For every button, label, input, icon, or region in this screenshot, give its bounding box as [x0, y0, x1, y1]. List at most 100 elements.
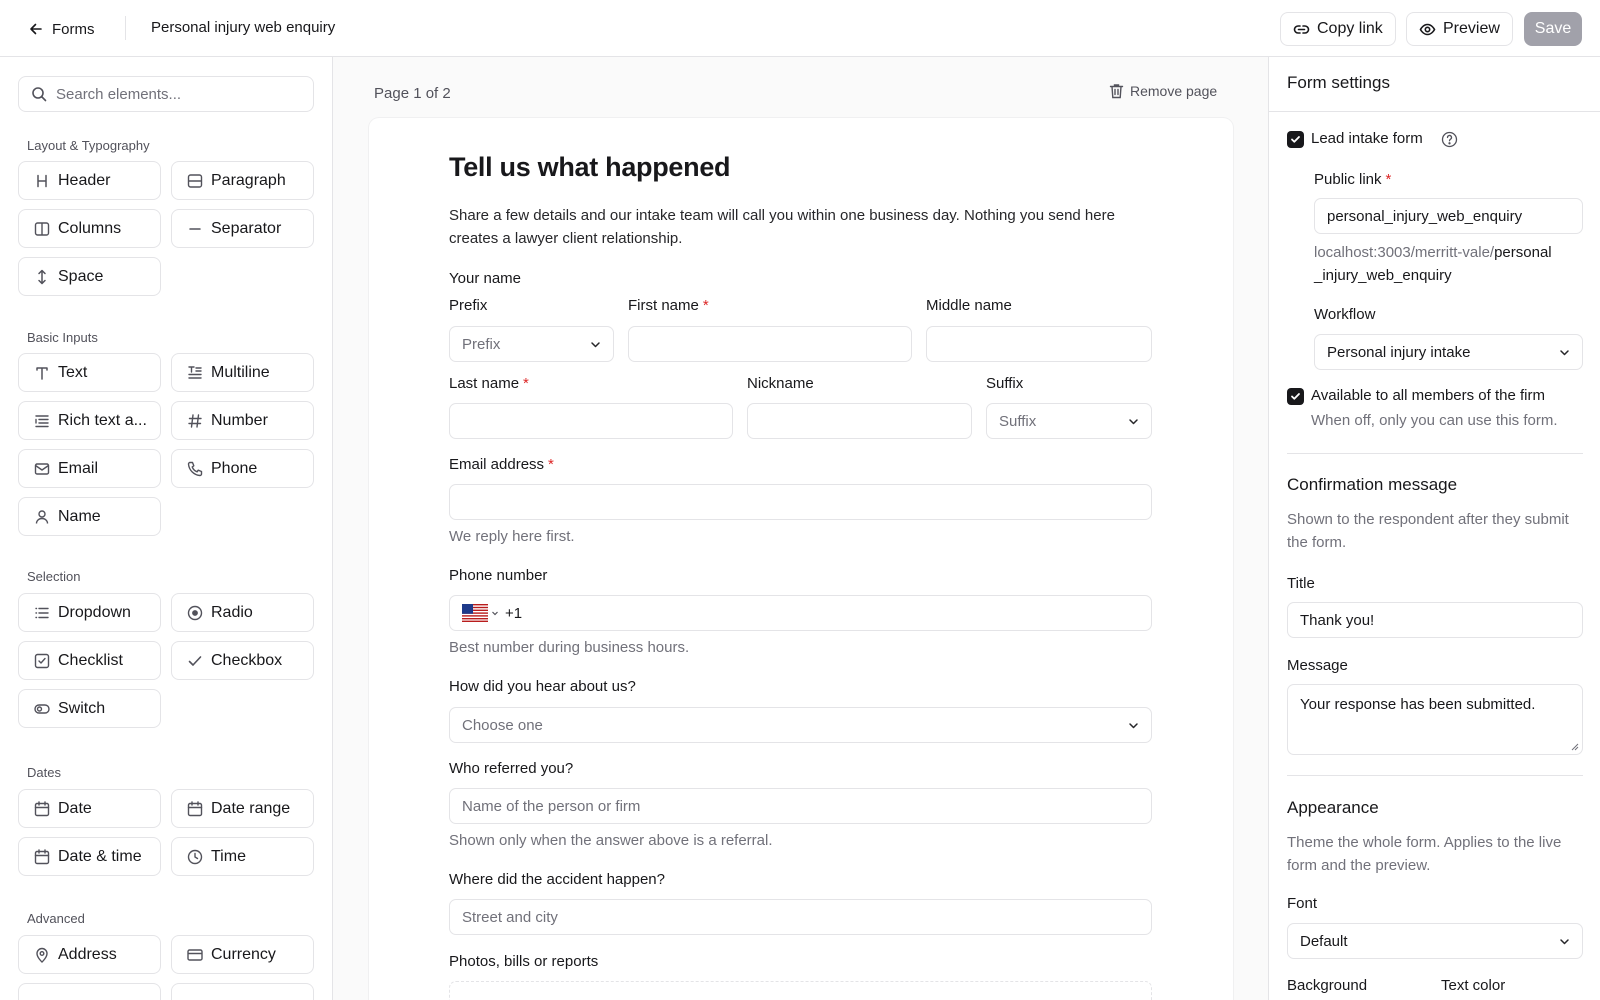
element-time-button[interactable]: Time — [171, 837, 314, 876]
credit-card-icon — [187, 947, 203, 963]
first-name-input[interactable] — [628, 326, 912, 362]
middle-name-input[interactable] — [926, 326, 1152, 362]
element-header-button[interactable]: Header — [18, 161, 161, 200]
columns-icon — [34, 221, 50, 237]
clock-icon — [187, 849, 203, 865]
confirmation-section-title: Confirmation message — [1287, 475, 1458, 494]
save-button[interactable]: Save — [1524, 12, 1582, 46]
element-currency-button[interactable]: Currency — [171, 935, 314, 974]
element-label: Paragraph — [211, 171, 286, 189]
message-textarea[interactable]: Your response has been submitted. — [1287, 684, 1583, 755]
available-to-firm-checkbox[interactable] — [1287, 388, 1304, 405]
element-radio-button[interactable]: Radio — [171, 593, 314, 632]
element-checklist-button[interactable]: Checklist — [18, 641, 161, 680]
hear-about-select[interactable]: Choose one — [449, 707, 1152, 743]
top-bar: Forms Personal injury web enquiry Copy l… — [0, 0, 1600, 57]
rich-text-icon — [34, 413, 50, 429]
element-checkbox-button[interactable]: Checkbox — [171, 641, 314, 680]
public-link-input[interactable]: personal_injury_web_enquiry — [1314, 198, 1583, 234]
referred-input[interactable]: Name of the person or firm — [449, 788, 1152, 824]
lead-intake-checkbox[interactable] — [1287, 131, 1304, 148]
suffix-label: Suffix — [986, 375, 1024, 392]
element-separator-button[interactable]: Separator — [171, 209, 314, 248]
arrow-left-icon — [28, 21, 44, 37]
last-name-label: Last name — [449, 375, 520, 392]
prefix-select[interactable]: Prefix — [449, 326, 614, 362]
element-switch-button[interactable]: Switch — [18, 689, 161, 728]
user-icon — [34, 509, 50, 525]
form-page-card: Tell us what happened Share a few detail… — [369, 118, 1233, 1000]
suffix-select[interactable]: Suffix — [986, 403, 1152, 439]
remove-page-button[interactable]: Remove page — [1109, 83, 1217, 99]
message-label: Message — [1287, 657, 1348, 674]
element-more-button[interactable] — [18, 983, 161, 1000]
message-value: Your response has been submitted. — [1300, 696, 1536, 713]
calendar-icon — [187, 800, 203, 817]
appearance-description: Theme the whole form. Applies to the liv… — [1287, 834, 1562, 874]
element-phone-button[interactable]: Phone — [171, 449, 314, 488]
first-name-label: First name — [628, 297, 699, 314]
first-name-label-row: First name * — [628, 297, 709, 314]
element-rich-text-button[interactable]: Rich text a... — [18, 401, 161, 440]
element-text-button[interactable]: Text — [18, 353, 161, 392]
middle-name-label: Middle name — [926, 297, 1012, 314]
section-label-basic: Basic Inputs — [27, 330, 98, 345]
element-date-time-button[interactable]: Date & time — [18, 837, 161, 876]
element-space-button[interactable]: Space — [18, 257, 161, 296]
email-input[interactable] — [449, 484, 1152, 520]
workflow-label: Workflow — [1314, 306, 1376, 323]
nickname-label: Nickname — [747, 375, 814, 392]
element-label: Switch — [58, 699, 106, 717]
font-select[interactable]: Default — [1287, 923, 1583, 959]
form-title[interactable]: Tell us what happened — [449, 152, 731, 183]
element-date-range-button[interactable]: Date range — [171, 789, 314, 828]
confirmation-title-input[interactable]: Thank you! — [1287, 602, 1583, 638]
calendar-icon — [34, 848, 50, 865]
section-label-advanced: Advanced — [27, 911, 85, 926]
element-dropdown-button[interactable]: Dropdown — [18, 593, 161, 632]
element-label: Name — [58, 507, 101, 525]
mail-icon — [34, 461, 50, 477]
element-name-button[interactable]: Name — [18, 497, 161, 536]
accident-location-input[interactable]: Street and city — [449, 899, 1152, 935]
element-more-button[interactable] — [171, 983, 314, 1000]
workflow-select[interactable]: Personal injury intake — [1314, 334, 1583, 370]
workflow-value: Personal injury intake — [1327, 343, 1471, 361]
resize-handle-icon[interactable] — [1570, 742, 1579, 751]
last-name-input[interactable] — [449, 403, 733, 439]
help-circle-icon[interactable] — [1441, 131, 1458, 148]
element-multiline-button[interactable]: Multiline — [171, 353, 314, 392]
back-to-forms-link[interactable]: Forms — [28, 17, 95, 41]
element-label: Columns — [58, 219, 122, 237]
chevron-down-icon — [1127, 719, 1140, 732]
vertical-arrows-icon — [34, 269, 50, 285]
back-link-label: Forms — [52, 20, 95, 38]
phone-input[interactable]: +1 — [449, 595, 1152, 631]
element-email-button[interactable]: Email — [18, 449, 161, 488]
radio-icon — [187, 605, 203, 621]
required-mark: * — [548, 456, 554, 473]
nickname-input[interactable] — [747, 403, 972, 439]
calendar-icon — [34, 800, 50, 817]
element-label: Number — [211, 411, 268, 429]
element-date-button[interactable]: Date — [18, 789, 161, 828]
prefix-label: Prefix — [449, 297, 488, 314]
search-elements-input[interactable] — [56, 85, 296, 103]
required-mark: * — [1385, 171, 1392, 188]
page-indicator: Page 1 of 2 — [374, 85, 451, 102]
element-label: Checkbox — [211, 651, 283, 669]
us-flag-icon[interactable] — [462, 604, 499, 622]
form-settings-panel: Form settings Lead intake form Public li… — [1268, 57, 1600, 1000]
photos-upload-dropzone[interactable] — [449, 981, 1152, 1000]
phone-label: Phone number — [449, 567, 548, 584]
element-number-button[interactable]: Number — [171, 401, 314, 440]
map-pin-icon — [34, 947, 50, 963]
copy-link-button[interactable]: Copy link — [1280, 12, 1396, 46]
element-address-button[interactable]: Address — [18, 935, 161, 974]
form-description[interactable]: Share a few details and our intake team … — [449, 204, 1139, 250]
element-paragraph-button[interactable]: Paragraph — [171, 161, 314, 200]
public-link-url[interactable]: localhost:3003/merritt-vale/personal _inj… — [1314, 241, 1589, 287]
preview-button[interactable]: Preview — [1406, 12, 1513, 46]
element-columns-button[interactable]: Columns — [18, 209, 161, 248]
public-link-value: personal_injury_web_enquiry — [1327, 207, 1523, 225]
